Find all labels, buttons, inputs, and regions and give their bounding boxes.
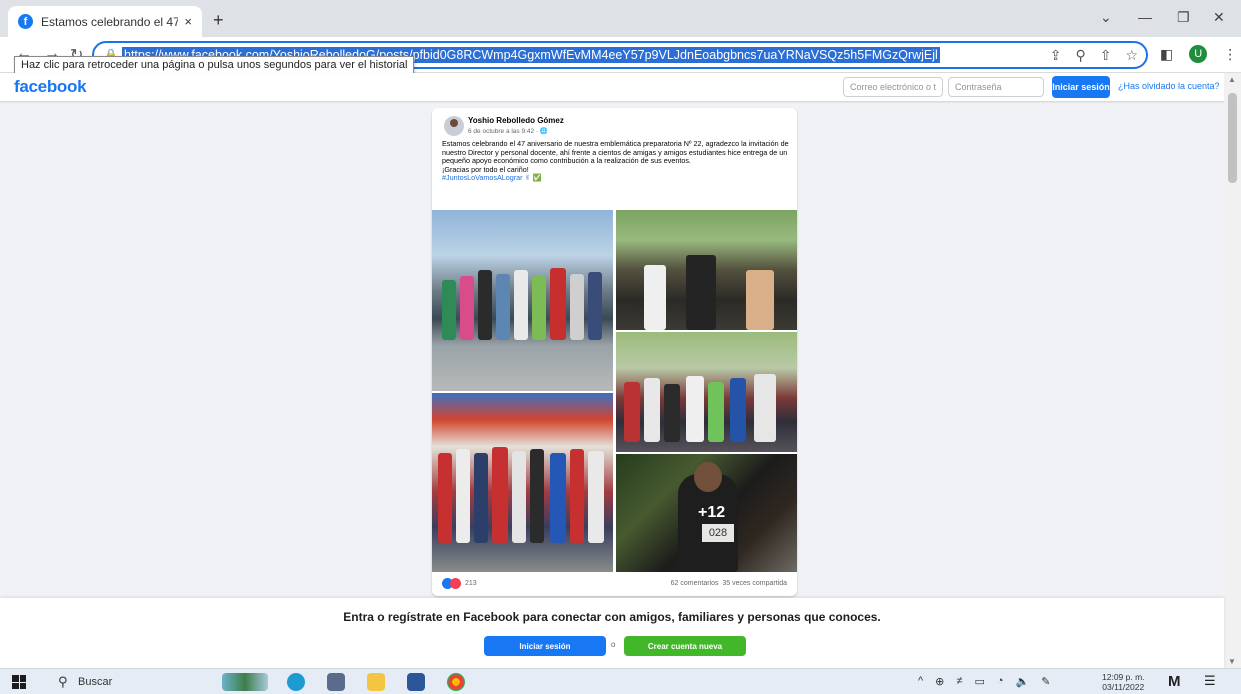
chevron-up-icon[interactable]: ^ xyxy=(918,675,923,688)
security-icon[interactable]: ⊕ xyxy=(935,675,944,688)
minimize-icon[interactable]: — xyxy=(1138,9,1152,25)
share-icon[interactable]: ⇧ xyxy=(1100,47,1112,64)
reactions-summary[interactable]: 213 xyxy=(442,578,477,589)
love-reaction-icon xyxy=(450,578,461,589)
globe-icon: 🌐 xyxy=(539,128,548,135)
facebook-logo[interactable]: facebook xyxy=(14,77,87,97)
comments-count[interactable]: 62 comentarios xyxy=(671,580,719,587)
word-icon[interactable] xyxy=(407,673,425,691)
windows-taskbar: ⚲ Buscar ^ ⊕ ≠ ▭ ◔ 🔈 ✎ 12:09 p. m. 03/11… xyxy=(0,668,1241,694)
post-hashtag[interactable]: #JuntosLoVamosALograr ✌ ✅ xyxy=(442,174,790,183)
race-bib-number: 028 xyxy=(702,524,734,542)
install-app-icon[interactable]: ⇪ xyxy=(1050,47,1062,64)
battery-icon[interactable]: ▭ xyxy=(974,675,984,688)
post-author[interactable]: Yoshio Rebolledo Gómez xyxy=(468,116,564,125)
forgot-account-link[interactable]: ¿Has olvidado la cuenta? xyxy=(1118,81,1220,91)
pen-icon[interactable]: ✎ xyxy=(1041,675,1050,688)
post-body: Estamos celebrando el 47 aniversario de … xyxy=(442,139,789,166)
new-tab-button[interactable]: + xyxy=(213,10,224,31)
photo-5-more[interactable]: +12 028 xyxy=(616,454,797,572)
photo-1[interactable] xyxy=(432,210,613,391)
browser-tab-bar: f Estamos celebrando el 47... - Yo × + ⌄… xyxy=(0,0,1241,37)
back-tooltip: Haz clic para retroceder una página o pu… xyxy=(14,56,415,74)
zoom-icon[interactable]: ⚲ xyxy=(1075,47,1085,64)
network-settings-icon[interactable]: ≠ xyxy=(956,675,962,688)
email-field[interactable] xyxy=(843,77,943,97)
clock-time: 12:09 p. m. xyxy=(1102,672,1145,682)
clock[interactable]: 12:09 p. m. 03/11/2022 xyxy=(1102,672,1145,692)
windows-start-icon[interactable] xyxy=(12,675,26,689)
profile-avatar[interactable]: U xyxy=(1189,45,1208,63)
reaction-count: 213 xyxy=(465,580,477,587)
clock-date: 03/11/2022 xyxy=(1102,682,1145,692)
password-field[interactable] xyxy=(948,77,1044,97)
banner-message: Entra o regístrate en Facebook para cone… xyxy=(343,610,881,624)
bookmark-star-icon[interactable]: ☆ xyxy=(1125,47,1138,64)
scroll-thumb[interactable] xyxy=(1228,93,1237,183)
notifications-icon[interactable]: ☰ xyxy=(1204,673,1216,689)
chrome-icon[interactable] xyxy=(447,673,465,691)
search-icon[interactable]: ⚲ xyxy=(58,674,68,690)
create-account-button[interactable]: Crear cuenta nueva xyxy=(624,636,746,656)
browser-tab[interactable]: f Estamos celebrando el 47... - Yo × xyxy=(8,6,202,37)
photo-3[interactable] xyxy=(616,332,797,452)
facebook-favicon-icon: f xyxy=(18,14,33,29)
system-tray: ^ ⊕ ≠ ▭ ◔ 🔈 ✎ xyxy=(918,675,1050,688)
taskbar-search[interactable]: Buscar xyxy=(78,676,112,688)
edge-browser-icon[interactable] xyxy=(287,673,305,691)
tab-title: Estamos celebrando el 47... - Yo xyxy=(41,14,179,29)
facebook-header: facebook Iniciar sesión ¿Has olvidado la… xyxy=(0,73,1224,101)
menu-kebab-icon[interactable]: ⋮ xyxy=(1223,46,1237,63)
shares-count[interactable]: 35 veces compartida xyxy=(722,580,787,587)
close-tab-icon[interactable]: × xyxy=(184,14,192,29)
page-scrollbar[interactable]: ▲ ▼ xyxy=(1224,73,1241,668)
author-avatar[interactable] xyxy=(444,116,464,136)
scroll-down-icon[interactable]: ▼ xyxy=(1228,657,1236,666)
app-icon[interactable] xyxy=(327,673,345,691)
volume-icon[interactable]: 🔈 xyxy=(1016,675,1030,688)
more-photos-count[interactable]: +12 xyxy=(698,504,725,522)
login-button[interactable]: Iniciar sesión xyxy=(1052,76,1110,98)
wifi-icon[interactable]: ◔ xyxy=(997,675,1004,688)
scroll-up-icon[interactable]: ▲ xyxy=(1228,75,1236,84)
side-panel-icon[interactable]: ◧ xyxy=(1160,46,1173,63)
photo-4[interactable] xyxy=(432,393,613,572)
post-stats: 62 comentarios 35 veces compartida xyxy=(671,580,787,587)
post-date[interactable]: 6 de octubre a las 9:42 · 🌐 xyxy=(468,127,548,135)
photo-grid: +12 028 xyxy=(432,210,797,572)
post-card: Yoshio Rebolledo Gómez 6 de octubre a la… xyxy=(432,108,797,596)
photo-2[interactable] xyxy=(616,210,797,330)
close-window-icon[interactable]: ✕ xyxy=(1213,9,1225,26)
banner-or: o xyxy=(611,640,616,649)
maximize-icon[interactable]: ❐ xyxy=(1177,9,1190,26)
widgets-icon[interactable] xyxy=(222,673,268,691)
banner-login-button[interactable]: Iniciar sesión xyxy=(484,636,606,656)
tab-search-icon[interactable]: ⌄ xyxy=(1100,9,1112,26)
m-app-icon[interactable]: M xyxy=(1168,673,1181,690)
login-banner: Entra o regístrate en Facebook para cone… xyxy=(0,598,1224,668)
post-text: Estamos celebrando el 47 aniversario de … xyxy=(442,139,790,183)
file-explorer-icon[interactable] xyxy=(367,673,385,691)
